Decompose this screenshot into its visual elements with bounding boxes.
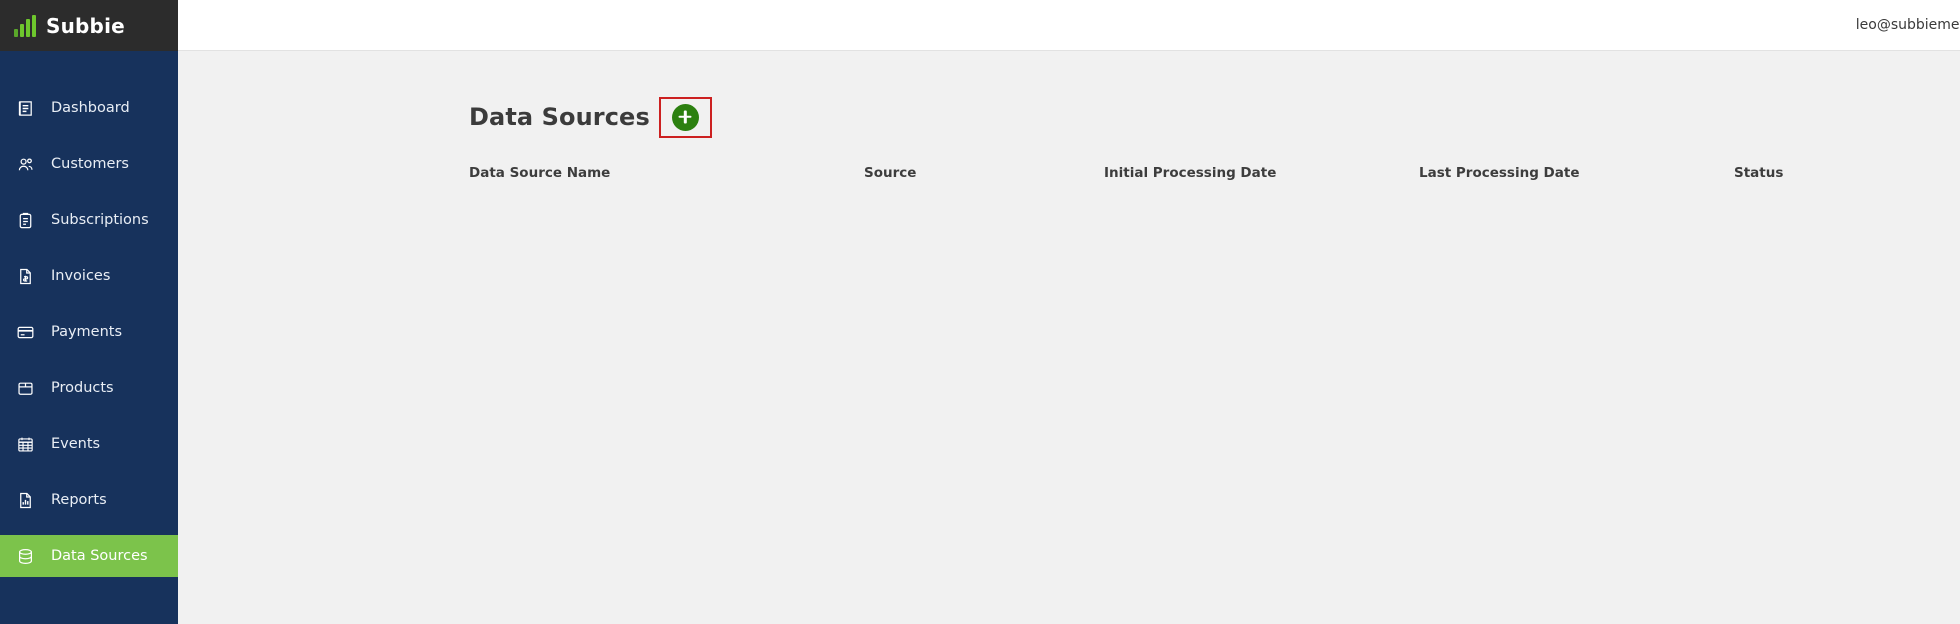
- column-header-initial-processing-date: Initial Processing Date: [1104, 165, 1277, 181]
- sidebar-item-label: Dashboard: [51, 100, 130, 116]
- report-chart-icon: [16, 491, 35, 510]
- sidebar-nav: Dashboard Customers Subscriptions Invoic…: [0, 51, 178, 591]
- sidebar-item-products[interactable]: Products: [0, 367, 178, 409]
- sidebar-item-label: Products: [51, 380, 114, 396]
- clipboard-icon: [16, 211, 35, 230]
- main-area: leo@subbiemetrics.com Data Sources Data …: [178, 0, 1960, 624]
- sidebar-item-data-sources[interactable]: Data Sources: [0, 535, 178, 577]
- data-sources-table: Data Source Name Source Initial Processi…: [469, 159, 1960, 191]
- invoice-icon: [16, 267, 35, 286]
- sidebar-item-label: Payments: [51, 324, 123, 340]
- add-data-source-highlight: [658, 96, 712, 138]
- sidebar-item-label: Customers: [51, 156, 129, 172]
- sidebar-item-events[interactable]: Events: [0, 423, 178, 465]
- sidebar-item-label: Reports: [51, 492, 107, 508]
- bar-chart-icon: [14, 14, 36, 37]
- sidebar-item-label: Events: [51, 436, 101, 452]
- sidebar-item-payments[interactable]: Payments: [0, 311, 178, 353]
- calendar-icon: [16, 435, 35, 454]
- database-icon: [16, 547, 35, 566]
- dashboard-icon: [16, 99, 35, 118]
- sidebar-item-label: Invoices: [51, 268, 111, 284]
- sidebar-item-customers[interactable]: Customers: [0, 143, 178, 185]
- sidebar-item-dashboard[interactable]: Dashboard: [0, 87, 178, 129]
- user-menu[interactable]: leo@subbiemetrics.com: [1856, 17, 1960, 33]
- sidebar-item-label: Data Sources: [51, 548, 148, 564]
- sidebar-item-invoices[interactable]: Invoices: [0, 255, 178, 297]
- user-email: leo@subbiemetrics.com: [1855, 17, 1960, 33]
- credit-card-icon: [16, 323, 35, 342]
- data-sources-table-wrapper: Data Source Name Source Initial Processi…: [178, 159, 1960, 191]
- column-header-status: Status: [1734, 165, 1784, 181]
- users-icon: [16, 155, 35, 174]
- table-header: Data Source Name Source Initial Processi…: [469, 159, 1960, 191]
- brand-header[interactable]: Subbie: [0, 0, 178, 51]
- column-header-last-processing-date: Last Processing Date: [1419, 165, 1580, 181]
- topbar: leo@subbiemetrics.com: [178, 0, 1960, 51]
- sidebar: Subbie Dashboard Customers Subscriptions…: [0, 0, 178, 624]
- table-header-row: Data Source Name Source Initial Processi…: [469, 159, 1960, 191]
- page-content: Data Sources Data Source Name Source Ini…: [178, 51, 1960, 624]
- column-header-data-source-name: Data Source Name: [469, 165, 611, 181]
- sidebar-item-label: Subscriptions: [51, 212, 149, 228]
- sidebar-item-reports[interactable]: Reports: [0, 479, 178, 521]
- box-icon: [16, 379, 35, 398]
- page-title: Data Sources: [469, 103, 650, 131]
- column-header-source: Source: [864, 165, 917, 181]
- brand-name: Subbie: [46, 13, 125, 38]
- add-data-source-button[interactable]: [671, 103, 699, 131]
- app-root: Subbie Dashboard Customers Subscriptions…: [0, 0, 1960, 624]
- page-header: Data Sources: [178, 95, 1960, 139]
- sidebar-item-subscriptions[interactable]: Subscriptions: [0, 199, 178, 241]
